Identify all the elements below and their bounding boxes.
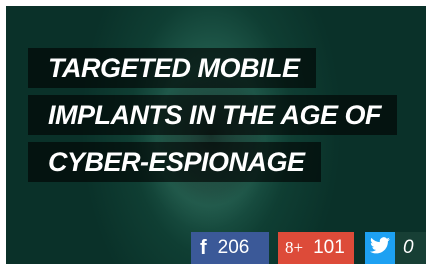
facebook-icon: f <box>200 236 207 259</box>
googleplus-share-button[interactable]: 8+ 101 <box>278 232 354 264</box>
googleplus-share-count: 101 <box>313 237 345 258</box>
googleplus-icon: 8+ <box>285 238 304 257</box>
facebook-share-button[interactable]: f 206 <box>191 232 269 264</box>
twitter-share-button[interactable] <box>365 232 395 264</box>
headline-line-1: TARGETED MOBILE <box>28 48 316 88</box>
headline-line-2: IMPLANTS IN THE AGE OF <box>28 95 397 135</box>
twitter-share-count: 0 <box>395 232 426 264</box>
article-headline[interactable]: TARGETED MOBILE IMPLANTS IN THE AGE OF C… <box>28 48 397 189</box>
twitter-icon <box>370 236 390 260</box>
headline-line-3: CYBER-ESPIONAGE <box>28 142 321 182</box>
facebook-share-count: 206 <box>217 237 250 258</box>
